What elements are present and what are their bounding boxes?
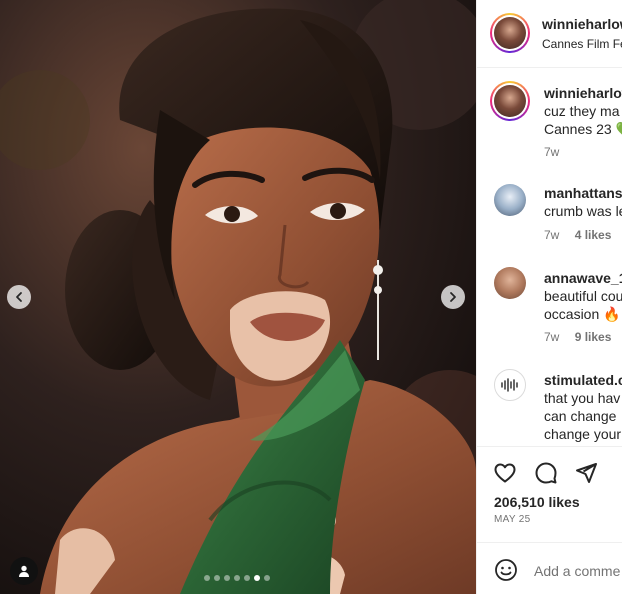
comment-text-line: crumb was le [544,203,622,219]
comment-text-line: beautiful cou [544,288,622,304]
carousel-dot [264,575,270,581]
heart-icon [494,463,516,483]
comment-meta: 7w 4 likes [544,228,622,242]
caption-meta: 7w [544,145,571,159]
comment-avatar[interactable] [494,267,526,299]
comment-bubble-icon [535,462,557,484]
carousel-dot [234,575,240,581]
comment-username[interactable]: manhattans [544,184,622,202]
soundwave-icon [501,378,518,392]
likes-count[interactable]: 206,510 likes [494,494,580,510]
comment-likes[interactable]: 4 likes [575,228,612,242]
carousel-dot [244,575,250,581]
paper-plane-icon [576,463,597,483]
chevron-left-icon [16,292,22,302]
emoji-icon [495,559,517,581]
person-tag-icon [19,565,29,577]
emoji-button[interactable] [493,557,519,583]
comment-time: 7w [544,228,560,242]
caption-text-line: cuz they ma [544,103,620,119]
post-date: MAY 25 [494,514,531,525]
comment-meta: 7w 9 likes [544,330,622,344]
carousel-next-button[interactable] [441,285,465,309]
comment-text-line: occasion 🔥 [544,306,621,322]
post-media[interactable] [0,0,476,594]
comment-username[interactable]: annawave_1 [544,269,622,287]
share-button[interactable] [573,460,599,486]
caption-time: 7w [544,145,560,159]
carousel-dot [224,575,230,581]
comment-text-line: that you hav [544,390,621,406]
comment-likes[interactable]: 9 likes [575,330,612,344]
post-location[interactable]: Cannes Film Festival [542,37,622,51]
comments-list[interactable]: winnieharlow cuz they ma Cannes 23 💚 7w … [477,68,622,446]
author-avatar[interactable] [490,13,530,53]
comment-button[interactable] [533,460,559,486]
caption-avatar[interactable] [490,81,530,121]
post-photo [0,0,476,594]
add-comment-input[interactable]: Add a comme [534,563,620,579]
carousel-indicator [204,575,270,581]
post-side-panel: winnieharlow Cannes Film Festival winnie… [476,0,622,594]
carousel-prev-button[interactable] [7,285,31,309]
comment-avatar[interactable] [494,184,526,216]
carousel-dot-active [254,575,260,581]
like-button[interactable] [492,460,518,486]
caption-username[interactable]: winnieharlow [544,84,622,102]
caption-text-line: Cannes 23 💚 [544,121,622,137]
chevron-right-icon [450,292,456,302]
comment-text-line: can change [544,408,617,424]
add-comment-bar: Add a comme [477,542,622,594]
comment-text-line: change your [544,426,622,442]
comment-username[interactable]: stimulated.c [544,371,622,389]
tagged-people-button[interactable] [10,557,38,585]
post-header: winnieharlow Cannes Film Festival [477,0,622,68]
carousel-dot [214,575,220,581]
comment-avatar[interactable] [494,369,526,401]
author-username[interactable]: winnieharlow [542,16,622,32]
carousel-dot [204,575,210,581]
comment-time: 7w [544,330,560,344]
